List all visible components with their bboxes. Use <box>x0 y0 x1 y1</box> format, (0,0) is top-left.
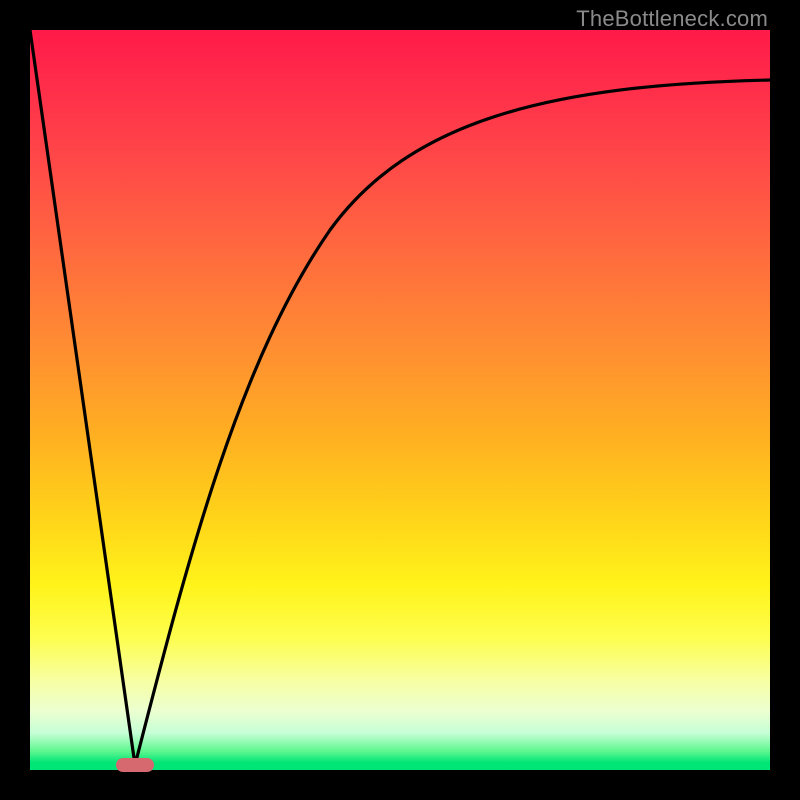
curve-right-branch <box>135 80 770 765</box>
curve-left-branch <box>30 30 135 765</box>
chart-frame: TheBottleneck.com <box>0 0 800 800</box>
watermark-text: TheBottleneck.com <box>576 6 768 32</box>
curves-svg <box>30 30 770 770</box>
minimum-marker <box>116 758 154 772</box>
plot-area <box>30 30 770 770</box>
